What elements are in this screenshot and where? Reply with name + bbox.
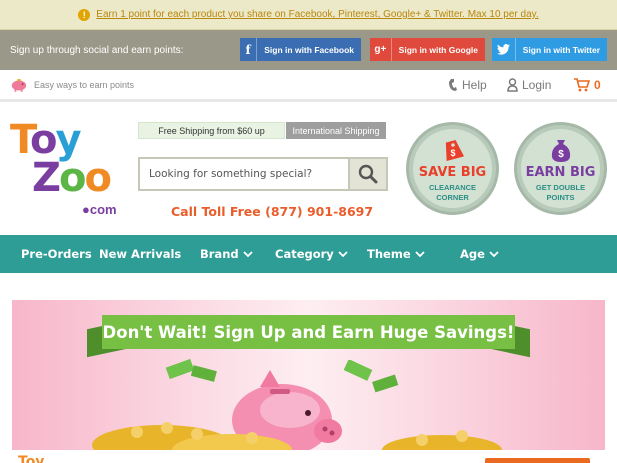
money-bag-icon: $ xyxy=(517,137,604,168)
logo-letter: Z xyxy=(32,155,61,201)
nav-theme[interactable]: Theme xyxy=(367,247,425,261)
earn-big-title: EARN BIG xyxy=(525,165,596,180)
nav-category[interactable]: Category xyxy=(275,247,348,261)
nav-age[interactable]: Age xyxy=(460,247,499,261)
logo-letter: o xyxy=(84,155,113,201)
nav-pre-orders[interactable]: Pre-Orders xyxy=(21,247,92,261)
nav-label: Age xyxy=(460,247,485,261)
toyzoo-logo[interactable]: Toy Zoo ●com xyxy=(10,120,125,220)
help-label: Help xyxy=(462,78,487,92)
login-link[interactable]: Login xyxy=(507,78,551,92)
cash-illustration xyxy=(165,358,217,382)
user-icon xyxy=(507,78,518,92)
chevron-down-icon xyxy=(338,250,348,257)
login-label: Login xyxy=(522,78,552,92)
phone-icon xyxy=(449,79,457,91)
search-icon xyxy=(358,164,378,184)
banner-ribbon: Don't Wait! Sign Up and Earn Huge Saving… xyxy=(102,315,515,349)
notice-link[interactable]: Earn 1 point for each product you share … xyxy=(96,9,538,20)
search-button[interactable] xyxy=(348,159,386,189)
chevron-down-icon xyxy=(414,250,425,257)
save-big-title: SAVE BIG xyxy=(418,165,487,180)
facebook-signin-label: Sign in with Facebook xyxy=(264,44,354,55)
chevron-down-icon xyxy=(242,250,253,257)
google-signin-label: Sign in with Google xyxy=(398,44,478,55)
chevron-down-icon xyxy=(489,250,499,257)
svg-text:$: $ xyxy=(558,149,564,160)
alert-icon: ! xyxy=(78,8,91,21)
cart-count: 0 xyxy=(594,78,601,92)
gold-coins-illustration xyxy=(92,422,502,450)
piggy-bank-icon xyxy=(11,79,27,92)
save-big-subtitle: CLEARANCE CORNER xyxy=(428,183,477,202)
logo-dotcom: ●com xyxy=(82,202,117,217)
save-big-badge[interactable]: $ SAVE BIG CLEARANCE CORNER xyxy=(406,122,499,215)
banner-headline: Don't Wait! Sign Up and Earn Huge Saving… xyxy=(102,322,515,342)
nav-label: Brand xyxy=(200,247,239,261)
svg-text:$: $ xyxy=(450,148,455,158)
notice-bar: ! Earn 1 point for each product you shar… xyxy=(0,0,617,30)
utility-bar: Easy ways to earn points Help Login 0 xyxy=(0,70,617,102)
nav-label: Theme xyxy=(367,247,411,261)
google-signin-button[interactable]: g+ Sign in with Google xyxy=(370,38,485,61)
earn-big-badge[interactable]: $ EARN BIG GET DOUBLE POINTS xyxy=(514,122,607,215)
search-input[interactable] xyxy=(140,159,348,189)
nav-label: Category xyxy=(275,247,334,261)
logo-line-2: Zoo xyxy=(32,155,113,201)
price-tag-icon: $ xyxy=(409,137,496,168)
twitter-signin-button[interactable]: Sign in with Twitter xyxy=(492,38,607,61)
twitter-icon xyxy=(492,38,516,61)
signup-promo-banner[interactable]: Don't Wait! Sign Up and Earn Huge Saving… xyxy=(12,300,605,450)
toll-free-phone[interactable]: Call Toll Free (877) 901-8697 xyxy=(171,204,373,219)
social-signin-bar: Sign up through social and earn points: … xyxy=(0,30,617,70)
logo-letter: T xyxy=(10,117,32,163)
social-signin-label: Sign up through social and earn points: xyxy=(10,44,184,56)
google-plus-icon: g+ xyxy=(370,38,392,61)
cart-icon xyxy=(574,78,590,92)
help-link[interactable]: Help xyxy=(448,78,487,92)
orange-bar-peek xyxy=(485,458,590,463)
cart-button[interactable]: 0 xyxy=(574,78,601,92)
twitter-signin-label: Sign in with Twitter xyxy=(522,44,600,55)
nav-new-arrivals[interactable]: New Arrivals xyxy=(99,247,181,261)
free-shipping-tab[interactable]: Free Shipping from $60 up xyxy=(138,122,285,139)
earn-points-link[interactable]: Easy ways to earn points xyxy=(34,80,134,90)
nav-brand[interactable]: Brand xyxy=(200,247,253,261)
search-box xyxy=(138,157,388,191)
logo-line-1: Toy xyxy=(10,117,82,163)
nav-label: Pre-Orders xyxy=(21,247,92,261)
international-shipping-tab[interactable]: International Shipping xyxy=(286,122,386,139)
earn-big-subtitle: GET DOUBLE POINTS xyxy=(535,183,586,202)
logo-letter: o xyxy=(59,155,87,201)
nav-label: New Arrivals xyxy=(99,247,182,261)
facebook-signin-button[interactable]: f Sign in with Facebook xyxy=(240,38,361,61)
footer-logo-peek: Toy xyxy=(18,454,45,463)
facebook-icon: f xyxy=(240,38,258,61)
main-nav: Pre-Orders New Arrivals Brand Category T… xyxy=(0,235,617,273)
